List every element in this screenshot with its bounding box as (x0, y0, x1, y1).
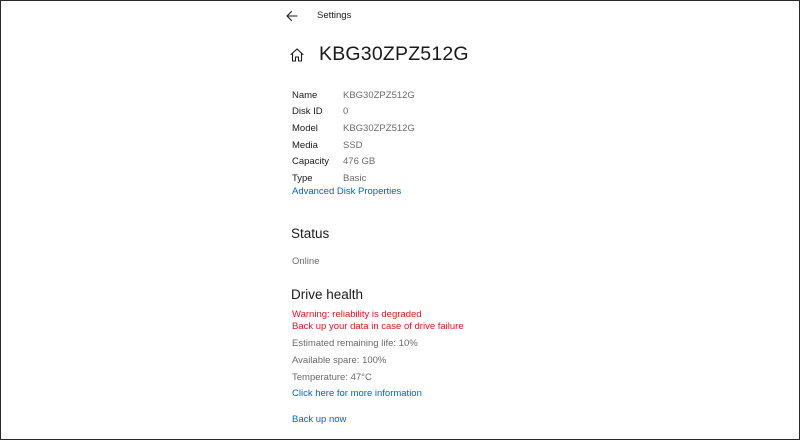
property-label: Capacity (292, 156, 329, 168)
page-header: KBG30ZPZ512G (289, 41, 469, 67)
remaining-life-text: Estimated remaining life: 10% (292, 338, 418, 349)
property-label: Type (292, 172, 313, 184)
app-title: Settings (317, 10, 352, 21)
property-row-disk-id: Disk ID 0 (292, 104, 415, 121)
title-bar: Settings (1, 1, 799, 31)
property-row-type: Type Basic (292, 170, 415, 187)
property-row-model: Model KBG30ZPZ512G (292, 120, 415, 137)
settings-window: Settings KBG30ZPZ512G Name KBG30ZPZ512G … (0, 0, 800, 440)
temperature-text: Temperature: 47°C (292, 372, 372, 383)
property-value: Basic (343, 172, 367, 184)
drive-health-heading: Drive health (291, 287, 364, 302)
backup-warning: Back up your data in case of drive failu… (292, 321, 464, 332)
property-label: Model (292, 122, 318, 134)
status-heading: Status (291, 226, 330, 241)
available-spare-text: Available spare: 100% (292, 355, 387, 366)
home-icon[interactable] (289, 47, 305, 63)
disk-properties-list: Name KBG30ZPZ512G Disk ID 0 Model KBG30Z… (292, 87, 415, 187)
page-title: KBG30ZPZ512G (319, 42, 469, 65)
back-button[interactable] (283, 7, 301, 25)
property-value: 476 GB (343, 156, 376, 168)
property-label: Disk ID (292, 106, 323, 118)
property-value: SSD (343, 139, 363, 151)
property-value: KBG30ZPZ512G (343, 122, 415, 134)
property-row-capacity: Capacity 476 GB (292, 153, 415, 170)
status-value: Online (292, 256, 320, 267)
reliability-warning: Warning: reliability is degraded (292, 309, 422, 320)
property-label: Media (292, 139, 318, 151)
property-row-name: Name KBG30ZPZ512G (292, 87, 415, 104)
back-up-now-link[interactable]: Back up now (292, 414, 346, 425)
property-label: Name (292, 89, 318, 101)
more-information-link[interactable]: Click here for more information (292, 388, 422, 399)
property-value: KBG30ZPZ512G (343, 89, 415, 101)
back-arrow-icon (286, 10, 298, 22)
property-row-media: Media SSD (292, 137, 415, 154)
property-value: 0 (343, 106, 349, 118)
advanced-disk-properties-link[interactable]: Advanced Disk Properties (292, 186, 401, 197)
